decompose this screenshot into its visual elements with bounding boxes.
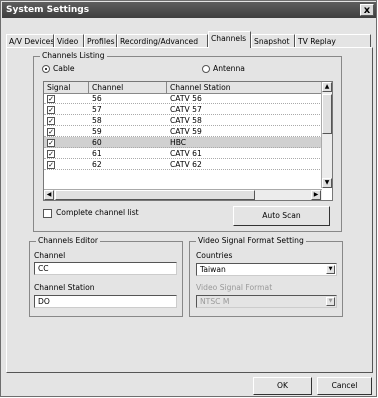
countries-label: Countries [196, 251, 233, 260]
channel-station: CATV 61 [170, 149, 202, 158]
close-button[interactable]: x [360, 4, 374, 16]
signal-checkbox[interactable]: ✓ [47, 117, 55, 125]
tab-channels[interactable]: Channels [208, 31, 251, 48]
tab-tv-replay[interactable]: TV Replay [295, 34, 371, 47]
scroll-right-icon[interactable]: ▶ [311, 190, 321, 200]
tab-video[interactable]: Video [54, 34, 84, 47]
scroll-up-icon[interactable]: ▲ [322, 82, 332, 92]
title-bar: System Settings x [2, 2, 376, 18]
complete-channel-list-checkbox[interactable] [43, 209, 52, 218]
column-header-station[interactable]: Channel Station [167, 82, 322, 93]
table-row[interactable]: ✓ 61 CATV 61 [44, 148, 322, 159]
settings-window: System Settings x A/V Devices Video Prof… [0, 0, 377, 397]
ok-button[interactable]: OK [253, 377, 312, 395]
channels-table: Signal Channel Channel Station ✓ 56 CATV… [43, 81, 333, 201]
table-row[interactable]: ✓ 62 CATV 62 [44, 159, 322, 170]
channel-number: 60 [92, 138, 102, 147]
horizontal-scroll-thumb[interactable] [55, 190, 255, 200]
signal-checkbox[interactable]: ✓ [47, 95, 55, 103]
channel-station-field[interactable]: DO [34, 295, 177, 308]
channel-station: CATV 62 [170, 160, 202, 169]
signal-checkbox[interactable]: ✓ [47, 128, 55, 136]
table-row-selected[interactable]: ✓ 60 HBC [44, 137, 322, 148]
signal-checkbox[interactable]: ✓ [47, 106, 55, 114]
auto-scan-button[interactable]: Auto Scan [233, 206, 330, 226]
table-row[interactable]: ✓ 58 CATV 58 [44, 115, 322, 126]
channels-editor-title: Channels Editor [36, 236, 101, 246]
video-signal-title: Video Signal Format Setting [196, 236, 306, 246]
column-header-channel[interactable]: Channel [89, 82, 167, 93]
signal-checkbox[interactable]: ✓ [47, 161, 55, 169]
channel-number: 56 [92, 94, 102, 103]
channel-field-label: Channel [34, 251, 66, 260]
signal-checkbox[interactable]: ✓ [47, 139, 55, 147]
cable-label: Cable [53, 64, 75, 73]
scroll-left-icon[interactable]: ◀ [44, 190, 54, 200]
channel-station: CATV 57 [170, 105, 202, 114]
signal-checkbox[interactable]: ✓ [47, 150, 55, 158]
video-signal-format-label: Video Signal Format [196, 283, 273, 292]
vertical-scroll-thumb[interactable] [322, 94, 332, 134]
window-title: System Settings [6, 5, 90, 15]
horizontal-scrollbar[interactable]: ◀ ▶ [44, 189, 322, 200]
chevron-down-icon[interactable]: ▼ [326, 297, 335, 306]
channel-station: CATV 58 [170, 116, 202, 125]
antenna-label: Antenna [213, 64, 245, 73]
countries-dropdown[interactable]: Taiwan ▼ [196, 263, 337, 276]
countries-selected-value: Taiwan [200, 265, 226, 274]
table-row[interactable]: ✓ 57 CATV 57 [44, 104, 322, 115]
channel-station: HBC [170, 138, 187, 147]
channel-station: CATV 56 [170, 94, 202, 103]
channel-number: 58 [92, 116, 102, 125]
column-header-signal[interactable]: Signal [44, 82, 89, 93]
channels-listing-title: Channels Listing [40, 51, 107, 61]
chevron-down-icon[interactable]: ▼ [326, 265, 335, 274]
channel-field[interactable]: CC [34, 262, 177, 275]
antenna-radio[interactable] [202, 65, 210, 73]
complete-channel-list-label: Complete channel list [56, 208, 139, 217]
channel-number: 59 [92, 127, 102, 136]
channel-number: 57 [92, 105, 102, 114]
channel-number: 62 [92, 160, 102, 169]
tab-recording-advanced[interactable]: Recording/Advanced [117, 34, 208, 47]
video-signal-format-value: NTSC M [200, 297, 230, 306]
channel-station-field-label: Channel Station [34, 283, 95, 292]
vertical-scrollbar[interactable]: ▲ ▼ [321, 82, 332, 188]
cancel-button[interactable]: Cancel [317, 377, 372, 395]
channel-number: 61 [92, 149, 102, 158]
video-signal-format-dropdown[interactable]: NTSC M ▼ [196, 295, 337, 308]
table-row[interactable]: ✓ 59 CATV 59 [44, 126, 322, 137]
cable-radio[interactable] [42, 65, 50, 73]
tab-snapshot[interactable]: Snapshot [251, 34, 295, 47]
table-row[interactable]: ✓ 56 CATV 56 [44, 93, 322, 104]
scroll-down-icon[interactable]: ▼ [322, 178, 332, 188]
channel-station: CATV 59 [170, 127, 202, 136]
tab-profiles[interactable]: Profiles [84, 34, 117, 47]
tab-av-devices[interactable]: A/V Devices [6, 34, 54, 47]
